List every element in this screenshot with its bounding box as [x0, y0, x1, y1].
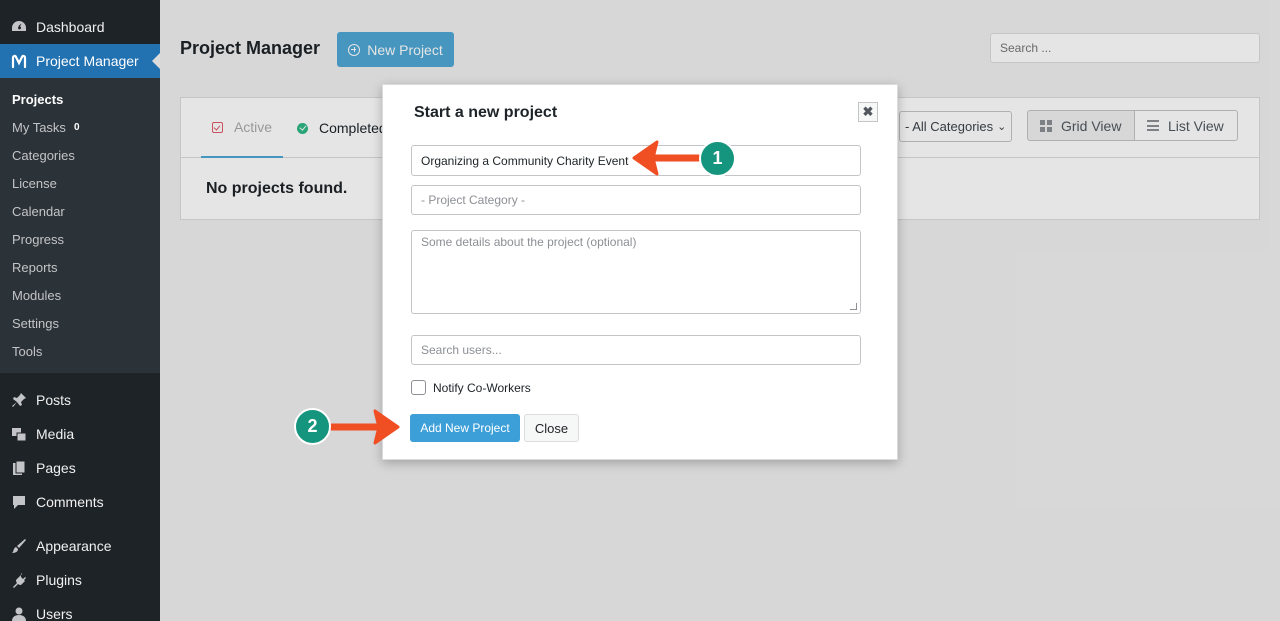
submenu-label: Settings [12, 315, 59, 331]
menu-users-label: Users [36, 606, 73, 621]
admin-sidebar: Dashboard Project Manager Projects My Ta… [0, 0, 160, 621]
pages-icon [10, 459, 28, 477]
submenu-label: Projects [12, 91, 64, 107]
close-button[interactable]: Close [524, 414, 579, 442]
close-button-label: Close [534, 420, 569, 436]
menu-comments[interactable]: Comments [0, 485, 160, 519]
project-category-placeholder: - Project Category - [421, 193, 526, 207]
project-category-select[interactable]: - Project Category - [411, 185, 861, 215]
submenu-my-tasks[interactable]: My Tasks 0 [0, 113, 160, 141]
menu-pages[interactable]: Pages [0, 451, 160, 485]
task-count-badge: 0 [73, 121, 80, 133]
menu-appearance-label: Appearance [36, 538, 112, 554]
submenu-label: License [12, 175, 57, 191]
submenu-label: Tools [12, 343, 43, 359]
submenu-label: My Tasks [12, 119, 66, 135]
project-description-placeholder: Some details about the project (optional… [421, 235, 637, 249]
submenu-label: Calendar [12, 203, 65, 219]
pin-icon [10, 391, 28, 409]
notify-coworkers-checkbox[interactable] [411, 380, 426, 395]
annotation-marker-1: 1 [699, 140, 736, 177]
project-name-value: Organizing a Community Charity Event [421, 153, 629, 168]
comments-icon [10, 493, 28, 511]
project-description-textarea[interactable]: Some details about the project (optional… [411, 230, 861, 314]
menu-plugins[interactable]: Plugins [0, 563, 160, 597]
menu-media-label: Media [36, 426, 75, 442]
brush-icon [10, 537, 28, 555]
submenu-label: Modules [12, 287, 62, 303]
menu-dashboard[interactable]: Dashboard [0, 10, 160, 44]
menu-appearance[interactable]: Appearance [0, 529, 160, 563]
project-manager-icon [10, 52, 28, 70]
submenu-modules[interactable]: Modules [0, 281, 160, 309]
submenu-calendar[interactable]: Calendar [0, 197, 160, 225]
modal-title: Start a new project [414, 104, 558, 121]
resize-handle-icon[interactable] [850, 303, 857, 310]
new-project-modal: Start a new project ✖ Organizing a Commu… [382, 84, 898, 460]
submenu-settings[interactable]: Settings [0, 309, 160, 337]
menu-dashboard-label: Dashboard [36, 19, 105, 35]
menu-pages-label: Pages [36, 460, 76, 476]
project-name-input[interactable]: Organizing a Community Charity Event [411, 145, 861, 176]
search-users-placeholder: Search users... [421, 343, 502, 357]
menu-posts-label: Posts [36, 392, 72, 408]
add-new-project-button[interactable]: Add New Project [410, 414, 520, 442]
submenu-reports[interactable]: Reports [0, 253, 160, 281]
dashboard-icon [10, 18, 28, 36]
menu-comments-label: Comments [36, 494, 104, 510]
modal-close-icon[interactable]: ✖ [858, 102, 878, 122]
plugin-icon [10, 571, 28, 589]
submenu-label: Categories [12, 147, 75, 163]
submenu-categories[interactable]: Categories [0, 141, 160, 169]
menu-project-manager-label: Project Manager [36, 53, 139, 69]
menu-posts[interactable]: Posts [0, 383, 160, 417]
menu-media[interactable]: Media [0, 417, 160, 451]
submenu-label: Reports [12, 259, 58, 275]
notify-coworkers-row: Notify Co-Workers [411, 380, 531, 395]
menu-project-manager[interactable]: Project Manager [0, 44, 160, 78]
add-new-project-label: Add New Project [420, 421, 510, 435]
submenu-license[interactable]: License [0, 169, 160, 197]
users-icon [10, 605, 28, 621]
menu-users[interactable]: Users [0, 597, 160, 621]
project-manager-submenu: Projects My Tasks 0 Categories License Ca… [0, 78, 160, 373]
submenu-tools[interactable]: Tools [0, 337, 160, 365]
annotation-marker-2: 2 [294, 408, 331, 445]
media-icon [10, 425, 28, 443]
submenu-projects[interactable]: Projects [0, 85, 160, 113]
search-users-input[interactable]: Search users... [411, 335, 861, 365]
menu-plugins-label: Plugins [36, 572, 82, 588]
notify-coworkers-label: Notify Co-Workers [433, 380, 531, 395]
submenu-label: Progress [12, 231, 65, 247]
submenu-progress[interactable]: Progress [0, 225, 160, 253]
